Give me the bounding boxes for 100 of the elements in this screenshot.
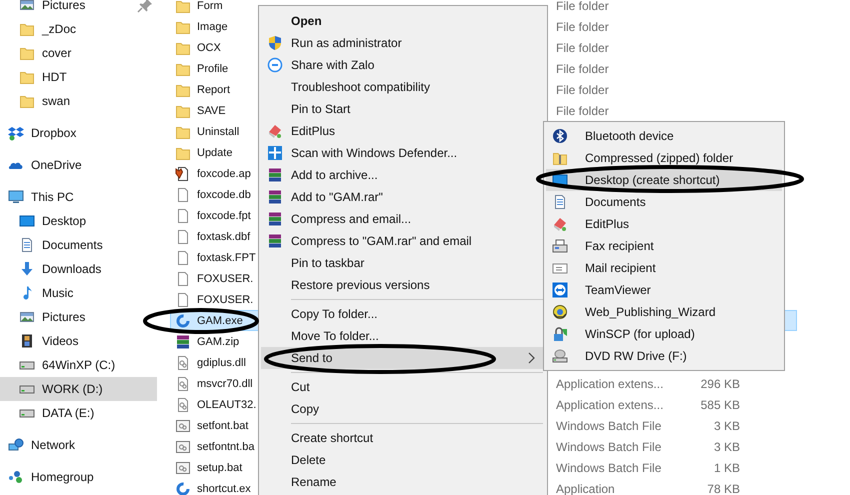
file-name[interactable]: FOXUSER. [197, 272, 254, 284]
nav-item[interactable]: Documents [0, 233, 157, 257]
nav-item[interactable]: Videos [0, 329, 157, 353]
menu-item[interactable]: Add to archive... [261, 164, 545, 186]
gear-window-icon [175, 460, 191, 476]
file-size: 3 KB [714, 418, 740, 432]
file-name[interactable]: setfontnt.ba [197, 440, 254, 452]
menu-item[interactable]: Restore previous versions [261, 274, 545, 296]
nav-item[interactable]: Dropbox [0, 121, 157, 145]
file-type: Application [556, 482, 615, 495]
document-icon [19, 237, 35, 253]
menu-item[interactable]: EditPlus [261, 120, 545, 142]
menu-item[interactable]: Scan with Windows Defender... [261, 142, 545, 164]
menu-item[interactable]: Mail recipient [546, 257, 782, 279]
file-size: 296 KB [700, 376, 740, 390]
file-size: 1 KB [714, 460, 740, 474]
books-icon [267, 233, 283, 249]
file-name[interactable]: gdiplus.dll [197, 356, 246, 368]
menu-item[interactable]: WinSCP (for upload) [546, 323, 782, 345]
menu-item[interactable]: Pin to taskbar [261, 252, 545, 274]
folder-icon [175, 0, 191, 14]
file-name[interactable]: msvcr70.dll [197, 378, 253, 390]
file-name[interactable]: Report [197, 84, 230, 96]
menu-item[interactable]: Bluetooth device [546, 125, 782, 147]
menu-item[interactable]: Share with Zalo [261, 54, 545, 76]
file-type: File folder [556, 82, 609, 96]
nav-item[interactable]: Network [0, 433, 157, 457]
cross-square-icon [267, 145, 283, 161]
globe-icon [552, 304, 568, 320]
file-name[interactable]: SAVE [197, 104, 226, 116]
file-name[interactable]: setfont.bat [197, 420, 248, 432]
gear-window-icon [175, 418, 191, 434]
menu-item[interactable]: Documents [546, 191, 782, 213]
page-icon [175, 186, 191, 202]
file-name[interactable]: foxcode.ap [197, 168, 251, 180]
menu-item[interactable]: Open [261, 10, 545, 32]
file-name[interactable]: OLEAUT32. [197, 398, 256, 410]
file-name[interactable]: Form [197, 0, 223, 12]
menu-item[interactable]: Compressed (zipped) folder [546, 147, 782, 169]
file-name[interactable]: setup.bat [197, 462, 242, 474]
file-name[interactable]: foxcode.fpt [197, 210, 251, 222]
file-size: 78 KB [707, 482, 740, 495]
menu-item[interactable]: Troubleshoot compatibility [261, 76, 545, 98]
nav-item[interactable]: HDT [0, 65, 157, 89]
file-name[interactable]: Uninstall [197, 126, 240, 138]
file-name[interactable]: Update [197, 146, 232, 158]
page-icon [175, 250, 191, 266]
nav-item[interactable]: Downloads [0, 257, 157, 281]
nav-item[interactable]: Desktop [0, 209, 157, 233]
nav-item[interactable]: swan [0, 89, 157, 113]
file-name[interactable]: foxtask.FPT [197, 252, 256, 264]
file-type: Windows Batch File [556, 418, 662, 432]
menu-item[interactable]: Pin to Start [261, 98, 545, 120]
nav-item[interactable]: Pictures [0, 305, 157, 329]
file-name[interactable]: Image [197, 20, 228, 32]
menu-item[interactable]: Create shortcut [261, 427, 545, 449]
file-name[interactable]: foxtask.dbf [197, 230, 250, 242]
file-type: Application extens... [556, 376, 664, 390]
menu-item[interactable]: Cut [261, 376, 545, 398]
nav-item[interactable]: DATA (E:) [0, 401, 157, 425]
nav-item[interactable]: WORK (D:) [0, 377, 157, 401]
eraser-icon [267, 123, 283, 139]
menu-item[interactable]: Run as administrator [261, 32, 545, 54]
nav-item[interactable]: OneDrive [0, 153, 157, 177]
nav-item[interactable]: _zDoc [0, 17, 157, 41]
menu-item[interactable]: DVD RW Drive (F:) [546, 345, 782, 367]
menu-item[interactable]: Fax recipient [546, 235, 782, 257]
nav-item[interactable]: Pictures [0, 0, 157, 17]
nav-item[interactable]: Homegroup [0, 465, 157, 489]
nav-item[interactable]: Music [0, 281, 157, 305]
file-name[interactable]: OCX [197, 42, 221, 54]
menu-item[interactable]: TeamViewer [546, 279, 782, 301]
file-type: Windows Batch File [556, 440, 662, 454]
nav-item[interactable]: This PC [0, 185, 157, 209]
menu-item[interactable]: Delete [261, 449, 545, 471]
nav-item[interactable]: cover [0, 41, 157, 65]
menu-item[interactable]: Rename [261, 471, 545, 493]
monitor-icon [8, 189, 24, 205]
download-icon [19, 261, 35, 277]
nav-item[interactable]: 64WinXP (C:) [0, 353, 157, 377]
file-name[interactable]: FOXUSER. [197, 294, 254, 306]
gear-window-icon [175, 438, 191, 454]
file-name[interactable]: foxcode.db [197, 188, 251, 200]
menu-item[interactable]: Compress and email... [261, 208, 545, 230]
menu-item[interactable]: Web_Publishing_Wizard [546, 301, 782, 323]
eraser-icon [552, 216, 568, 232]
file-type: Windows Batch File [556, 460, 662, 474]
menu-item[interactable]: Copy To folder... [261, 303, 545, 325]
menu-item[interactable]: Compress to "GAM.rar" and email [261, 230, 545, 252]
file-name[interactable]: Profile [197, 62, 228, 74]
file-name[interactable]: GAM.zip [197, 336, 240, 348]
menu-item[interactable]: Add to "GAM.rar" [261, 186, 545, 208]
books-icon [267, 189, 283, 205]
menu-item[interactable]: EditPlus [546, 213, 782, 235]
file-name[interactable]: shortcut.ex [197, 482, 251, 494]
double-arrow-icon [552, 282, 568, 298]
menu-item[interactable]: Copy [261, 398, 545, 420]
menu-item[interactable]: Move To folder... [261, 325, 545, 347]
file-name[interactable]: GAM.exe [197, 314, 243, 326]
file-type: Application extens... [556, 398, 664, 412]
